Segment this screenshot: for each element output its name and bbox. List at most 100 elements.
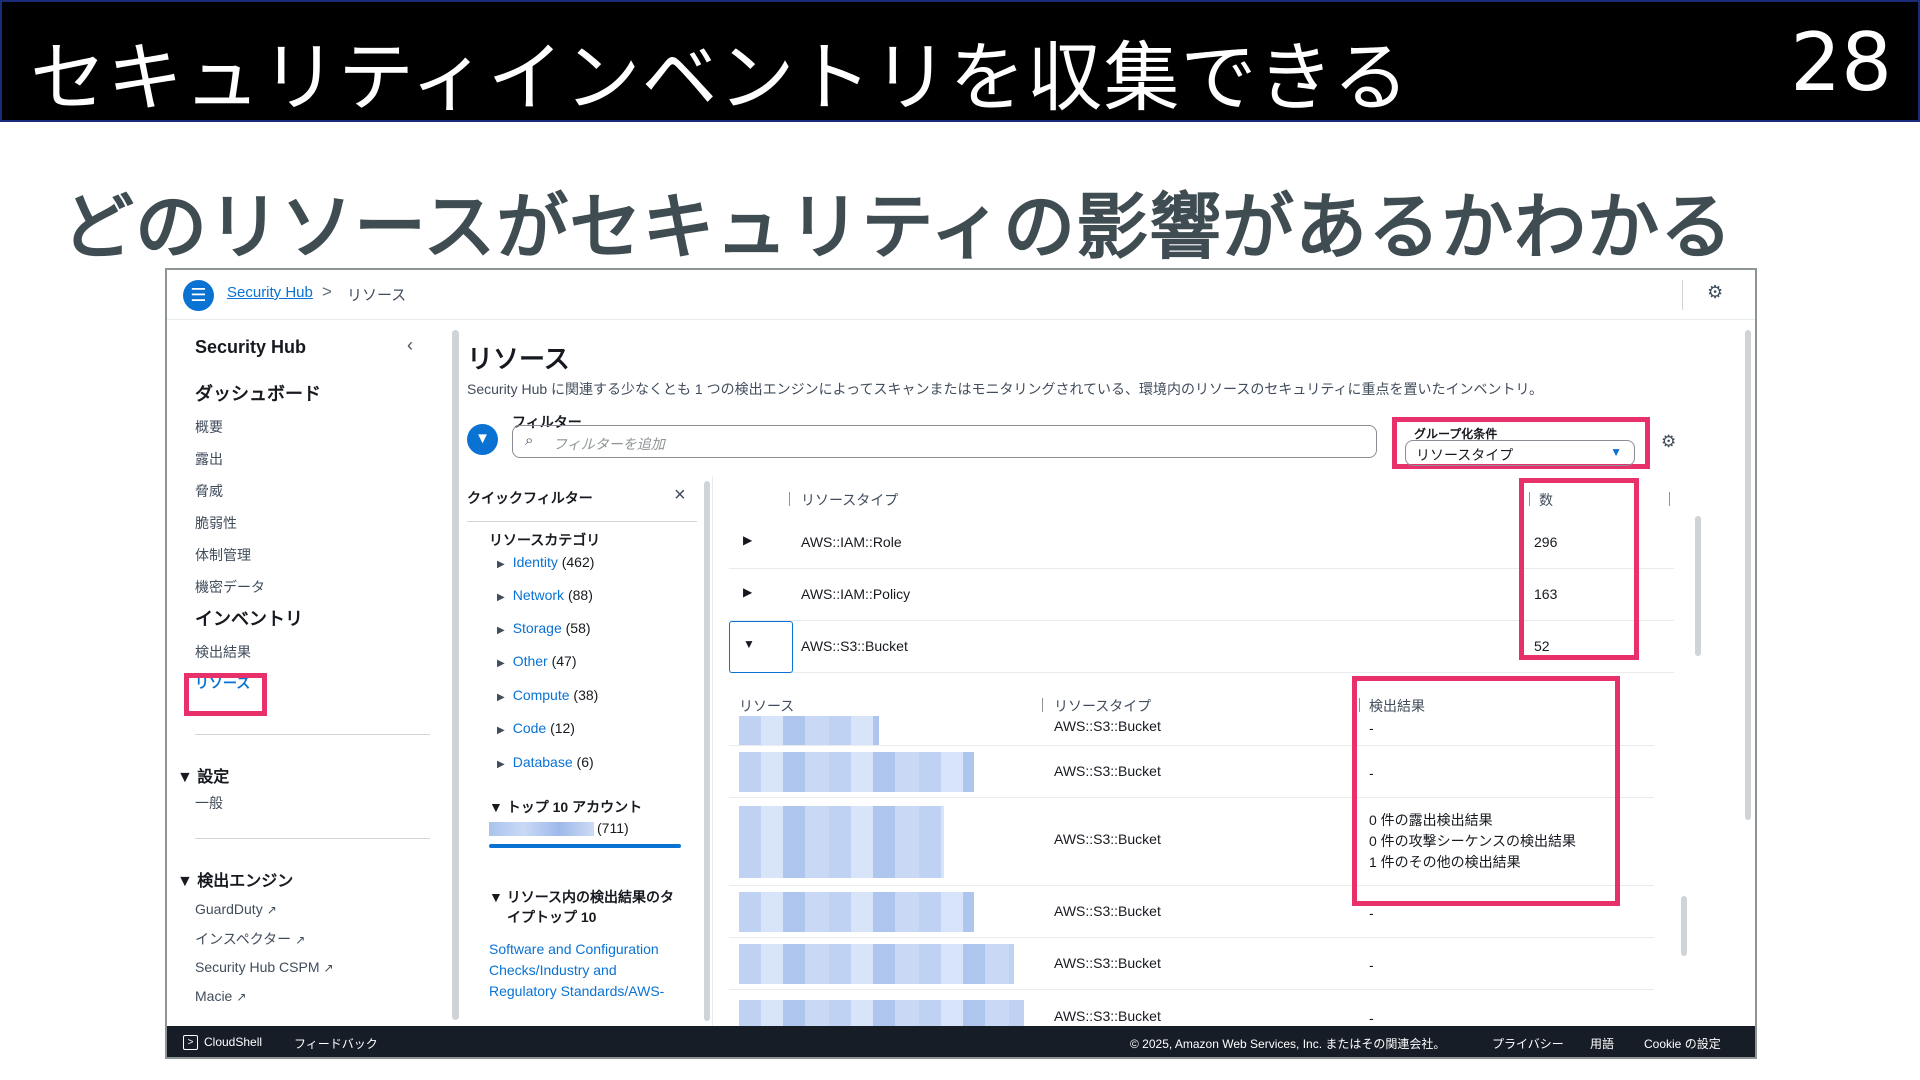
resource-type-cell: AWS::S3::Bucket	[1054, 718, 1161, 734]
category-storage[interactable]: ▶ Storage (58)	[497, 620, 591, 636]
top-accounts-title[interactable]: ▼ トップ 10 アカウント	[489, 797, 642, 817]
category-name: Network	[512, 587, 565, 603]
expand-icon[interactable]: ▶	[743, 585, 752, 599]
category-compute[interactable]: ▶ Compute (38)	[497, 687, 598, 703]
finding-type-link[interactable]: Checks/Industry and	[489, 962, 617, 978]
findings-cell: -	[1369, 905, 1374, 921]
category-count: (88)	[567, 587, 593, 603]
external-link-icon: ↗	[323, 961, 334, 975]
category-count: (38)	[573, 687, 599, 703]
column-divider	[1669, 492, 1670, 506]
nav-item-macie[interactable]: Macie ↗	[195, 988, 246, 1004]
finding-type-link[interactable]: Regulatory Standards/AWS-	[489, 983, 664, 999]
category-name: Identity	[512, 554, 558, 570]
highlight-box-resources-nav	[184, 673, 267, 716]
redacted-resource-name	[739, 752, 974, 792]
nav-item-findings[interactable]: 検出結果	[195, 642, 251, 662]
expand-triangle-icon: ▶	[497, 559, 505, 570]
column-divider	[789, 492, 790, 506]
expand-icon[interactable]: ▶	[743, 533, 752, 547]
resource-type-cell: AWS::IAM::Role	[801, 534, 902, 550]
redacted-account-id[interactable]	[489, 822, 594, 836]
resource-row[interactable]: AWS::S3::Bucket -	[729, 990, 1654, 1026]
close-icon[interactable]: ×	[674, 484, 686, 507]
table-settings-gear-icon[interactable]: ⚙	[1661, 432, 1676, 452]
category-identity[interactable]: ▶ Identity (462)	[497, 554, 594, 570]
category-name: Code	[512, 720, 547, 736]
page-description: Security Hub に関連する少なくとも 1 つの検出エンジンによってスキ…	[467, 381, 1543, 397]
nav-item-label: GuardDuty	[195, 901, 263, 917]
nav-item-label: Macie	[195, 988, 233, 1004]
highlight-box-group-by: グループ化条件 リソースタイプ ▼	[1392, 417, 1650, 469]
nav-item-vulnerabilities[interactable]: 脆弱性	[195, 513, 237, 533]
group-by-select[interactable]: リソースタイプ ▼	[1405, 440, 1635, 466]
filter-funnel-icon[interactable]: ▼	[467, 424, 498, 455]
sub-column-resource[interactable]: リソース	[739, 696, 794, 716]
terms-link[interactable]: 用語	[1590, 1035, 1614, 1052]
cloudshell-icon: >	[183, 1035, 198, 1051]
nav-item-threats[interactable]: 脅威	[195, 481, 223, 501]
nav-item-posture[interactable]: 体制管理	[195, 545, 251, 565]
nav-header: Security Hub	[195, 337, 307, 357]
finding-type-link[interactable]: Software and Configuration	[489, 941, 659, 957]
highlight-box-count	[1519, 478, 1639, 660]
category-other[interactable]: ▶ Other (47)	[497, 653, 577, 669]
filter-search-input[interactable]: ⌕ フィルターを追加	[512, 425, 1377, 458]
nav-section-dashboard: ダッシュボード	[195, 384, 321, 404]
slide-number: 28	[1790, 16, 1892, 109]
collapse-icon[interactable]: ▼	[743, 637, 755, 651]
nav-item-security-hub-cspm[interactable]: Security Hub CSPM ↗	[195, 959, 334, 975]
feedback-link[interactable]: フィードバック	[294, 1035, 378, 1052]
resource-type-cell: AWS::S3::Bucket	[1054, 955, 1161, 971]
column-divider	[1042, 698, 1043, 712]
collapse-nav-icon[interactable]: ‹	[407, 335, 413, 356]
expand-triangle-icon: ▶	[497, 658, 505, 669]
nav-item-sensitive-data[interactable]: 機密データ	[195, 577, 265, 597]
table-scrollbar[interactable]	[1695, 516, 1701, 656]
subtable-scrollbar[interactable]	[1681, 896, 1687, 956]
expand-triangle-icon: ▶	[497, 759, 505, 770]
category-database[interactable]: ▶ Database (6)	[497, 754, 594, 770]
category-count: (58)	[565, 620, 591, 636]
breadcrumb-security-hub[interactable]: Security Hub	[227, 284, 313, 301]
menu-icon[interactable]: ☰	[183, 280, 214, 311]
category-code[interactable]: ▶ Code (12)	[497, 720, 575, 736]
nav-item-overview[interactable]: 概要	[195, 417, 223, 437]
settings-gear-icon[interactable]: ⚙	[1707, 282, 1723, 303]
privacy-link[interactable]: プライバシー	[1492, 1035, 1564, 1052]
caret-down-icon: ▼	[1610, 445, 1622, 459]
nav-item-general[interactable]: 一般	[195, 793, 223, 813]
category-name: Compute	[512, 687, 570, 703]
category-network[interactable]: ▶ Network (88)	[497, 587, 593, 603]
console-footer: > CloudShell フィードバック © 2025, Amazon Web S…	[167, 1026, 1755, 1057]
expand-triangle-icon: ▶	[497, 692, 505, 703]
external-link-icon: ↗	[266, 903, 277, 917]
nav-group-detection-engines[interactable]: ▼ 検出エンジン	[177, 867, 293, 891]
category-name: Other	[512, 653, 548, 669]
cookie-settings-link[interactable]: Cookie の設定	[1644, 1035, 1721, 1052]
resource-category-title: リソースカテゴリ	[489, 532, 601, 548]
panel-divider	[712, 476, 713, 1026]
nav-divider	[195, 838, 430, 839]
external-link-icon: ↗	[236, 990, 247, 1004]
resource-row[interactable]: AWS::S3::Bucket -	[729, 938, 1654, 990]
nav-scrollbar[interactable]	[452, 330, 459, 1020]
page-title: リソース	[467, 344, 570, 374]
redacted-resource-name	[739, 944, 1014, 984]
top-findings-title-line: ▼ リソース内の検出結果のタ	[489, 889, 675, 905]
page-scrollbar[interactable]	[1745, 330, 1751, 820]
nav-item-exposure[interactable]: 露出	[195, 449, 223, 469]
top-findings-title[interactable]: ▼ リソース内の検出結果のタ イプトップ 10	[489, 887, 674, 927]
nav-item-guardduty[interactable]: GuardDuty ↗	[195, 901, 277, 917]
resource-type-cell: AWS::S3::Bucket	[801, 638, 908, 654]
column-header-resource-type[interactable]: リソースタイプ	[801, 490, 898, 510]
nav-group-settings[interactable]: ▼ 設定	[177, 763, 229, 787]
sub-column-resource-type[interactable]: リソースタイプ	[1054, 696, 1151, 716]
cloudshell-button[interactable]: > CloudShell	[183, 1035, 262, 1051]
resource-type-cell: AWS::S3::Bucket	[1054, 1008, 1161, 1024]
expand-focus-box	[729, 621, 793, 673]
expand-triangle-icon: ▶	[497, 625, 505, 636]
category-name: Database	[512, 754, 573, 770]
nav-item-inspector[interactable]: インスペクター ↗	[195, 929, 305, 949]
quick-filter-scrollbar[interactable]	[704, 481, 710, 1021]
